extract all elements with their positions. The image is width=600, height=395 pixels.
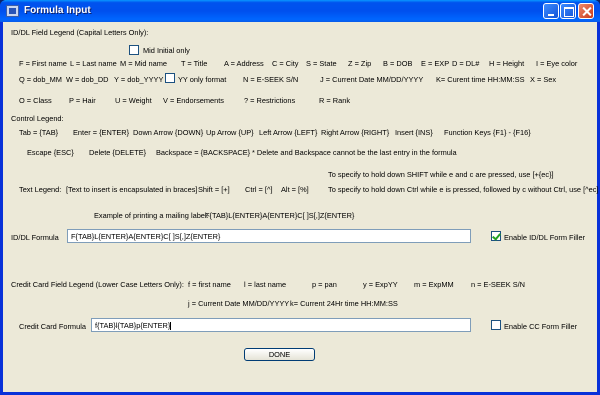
id-formula-input[interactable]: F{TAB}L{ENTER}A{ENTER}C[ ]S[,]Z{ENTER}	[67, 229, 471, 243]
id-legend-heading: ID/DL Field Legend (Capital Letters Only…	[11, 28, 149, 37]
legend-item: Escape {ESC}	[27, 148, 74, 157]
enable-id-form-filler-label: Enable ID/DL Form Filler	[504, 233, 586, 242]
maximize-button[interactable]	[560, 3, 576, 19]
enable-id-form-filler-checkbox[interactable]	[491, 231, 501, 241]
legend-item: T = Title	[181, 59, 208, 68]
cc-formula-input[interactable]: f{TAB}l{TAB}p{ENTER}	[91, 318, 471, 332]
mid-initial-checkbox[interactable]	[129, 45, 139, 55]
control-legend-heading: Control Legend:	[11, 114, 64, 123]
legend-item: O = Class	[19, 96, 52, 105]
legend-item: l = last name	[244, 280, 287, 289]
enable-cc-form-filler-label: Enable CC Form Filler	[504, 322, 578, 331]
app-icon	[6, 5, 19, 17]
legend-item: V = Endorsements	[163, 96, 225, 105]
id-formula-label: ID/DL Formula	[11, 233, 59, 242]
legend-item: Down Arrow {DOWN}	[133, 128, 204, 137]
legend-item: U = Weight	[115, 96, 152, 105]
minimize-button[interactable]	[543, 3, 559, 19]
legend-item: Insert {INS}	[395, 128, 433, 137]
legend-item: Delete {DELETE}	[89, 148, 147, 157]
legend-item: R = Rank	[319, 96, 351, 105]
legend-item: n = E-SEEK S/N	[471, 280, 526, 289]
legend-item: L = Last name	[70, 59, 117, 68]
legend-item: E = EXP	[421, 59, 450, 68]
legend-item: H = Height	[489, 59, 525, 68]
legend-item: M = Mid name	[120, 59, 168, 68]
text-legend-label: Text Legend:	[19, 185, 62, 194]
legend-item: A = Address	[224, 59, 264, 68]
legend-item: W = dob_DD	[66, 75, 109, 84]
legend-item: N = E-SEEK S/N	[243, 75, 299, 84]
text-caret	[170, 322, 172, 331]
legend-item: K= Curent time HH:MM:SS	[436, 75, 525, 84]
window-title: Formula Input	[24, 5, 91, 16]
legend-item: y = ExpYY	[363, 280, 398, 289]
legend-item: Backspace = {BACKSPACE}	[156, 148, 251, 157]
shift-note: To specify to hold down SHIFT while e an…	[328, 170, 554, 179]
cc-formula-label: Credit Card Formula	[19, 322, 86, 331]
legend-item: X = Sex	[530, 75, 557, 84]
legend-item: m = ExpMM	[414, 280, 454, 289]
legend-item: C = City	[272, 59, 299, 68]
legend-item: P = Hair	[69, 96, 96, 105]
legend-note: * Delete and Backspace cannot be the las…	[252, 148, 457, 157]
ctrl-note: To specify to hold down Ctrl while e is …	[328, 185, 599, 194]
title-bar[interactable]: Formula Input	[0, 0, 600, 22]
legend-item: D = DL#	[452, 59, 480, 68]
legend-item: Ctrl = [^]	[245, 185, 273, 194]
cc-legend-heading: Credit Card Field Legend (Lower Case Let…	[11, 280, 184, 289]
legend-item: Q = dob_MM	[19, 75, 62, 84]
cc-formula-value: f{TAB}l{TAB}p{ENTER}	[95, 321, 171, 330]
legend-item: [Text to insert is encapsulated in brace…	[66, 185, 198, 194]
id-formula-value: F{TAB}L{ENTER}A{ENTER}C[ ]S[,]Z{ENTER}	[71, 232, 221, 241]
legend-item: B = DOB	[383, 59, 413, 68]
mid-initial-label: Mid Initial only	[143, 46, 190, 55]
legend-item: I = Eye color	[536, 59, 578, 68]
legend-item: Left Arrow {LEFT}	[259, 128, 318, 137]
legend-item: Enter = {ENTER}	[73, 128, 130, 137]
legend-item: Tab = {TAB}	[19, 128, 59, 137]
done-button[interactable]: DONE	[244, 348, 315, 361]
legend-item: f = first name	[188, 280, 231, 289]
example-formula: F{TAB}L{ENTER}A{ENTER}C[ ]S[,]Z{ENTER}	[205, 211, 355, 220]
legend-item: Shift = [+]	[198, 185, 230, 194]
example-label: Example of printing a mailing label:	[94, 211, 209, 220]
legend-item: S = State	[306, 59, 337, 68]
legend-item: Alt = [%]	[281, 185, 309, 194]
legend-item: Z = Zip	[348, 59, 372, 68]
enable-cc-form-filler-checkbox[interactable]	[491, 320, 501, 330]
legend-item: Up Arrow {UP}	[206, 128, 254, 137]
legend-item: ? = Restrictions	[244, 96, 296, 105]
legend-item: Right Arrow {RIGHT}	[321, 128, 390, 137]
close-button[interactable]	[578, 3, 594, 19]
legend-item: Function Keys {F1} - {F16}	[444, 128, 531, 137]
legend-item: Y = dob_YYYY	[114, 75, 164, 84]
legend-item: p = pan	[312, 280, 337, 289]
legend-item: j = Current Date MM/DD/YYYY	[188, 299, 290, 308]
legend-item: J = Current Date MM/DD/YYYY	[320, 75, 424, 84]
legend-item: F = First name	[19, 59, 67, 68]
yy-only-checkbox[interactable]	[165, 73, 175, 83]
formula-input-window: Formula Input ID/DL Field Legend (Capita…	[0, 0, 600, 395]
legend-item: k= Current 24Hr time HH:MM:SS	[290, 299, 398, 308]
yy-only-label: YY only format	[178, 75, 227, 84]
